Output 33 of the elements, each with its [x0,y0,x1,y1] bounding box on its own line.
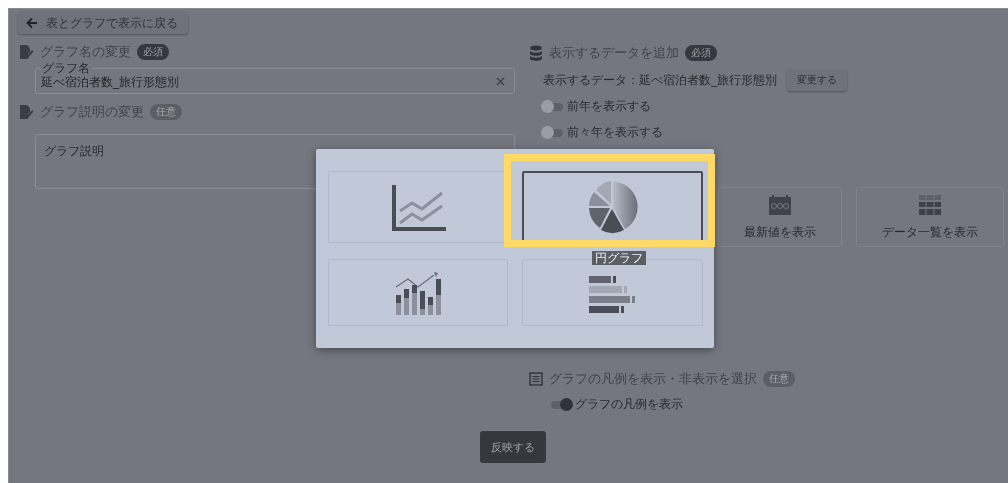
table-icon [918,193,942,216]
apply-button[interactable]: 反映する [479,431,546,463]
toggle-label: グラフの凡例を表示 [575,396,683,413]
database-icon [529,45,543,61]
badge: 任意 [150,104,182,120]
toggle-label: 前年を表示する [567,98,651,115]
pie-chart-icon [586,180,639,234]
field-label: グラフ名 [40,62,92,74]
card-label: データ一覧を表示 [882,223,978,241]
card-label: 最新値を表示 [744,223,816,241]
badge: 必須 [685,45,717,61]
toggle-switch[interactable] [543,128,563,137]
edit-document-icon [18,104,34,120]
chart-type-option[interactable] [522,171,703,243]
edit-document-icon [18,44,34,60]
toggle-switch[interactable] [551,400,571,409]
clear-icon [496,76,505,86]
back-arrow-icon [26,17,38,29]
badge: 必須 [137,44,169,60]
change-button[interactable]: 変更する [787,69,847,91]
chart-type-option[interactable] [328,259,508,326]
tooltip: 円グラフ [592,251,646,265]
display-option-card[interactable]: データ一覧を表示 [856,187,1004,247]
toggle-switch[interactable] [543,102,563,111]
calendar-icon [768,193,792,216]
display-option-card[interactable]: 最新値を表示 [718,187,842,247]
toggle-label: 前々年を表示する [567,124,663,141]
field-value: 延べ宿泊者数_旅行形態別 [41,74,180,91]
list-icon [529,372,543,386]
badge: 任意 [763,371,795,387]
description-field[interactable]: グラフ説明 [35,134,515,189]
text-field[interactable]: グラフ名 延べ宿泊者数_旅行形態別 [35,62,515,94]
data-label: 表示するデータ：延べ宿泊者数_旅行形態別 [543,71,777,89]
